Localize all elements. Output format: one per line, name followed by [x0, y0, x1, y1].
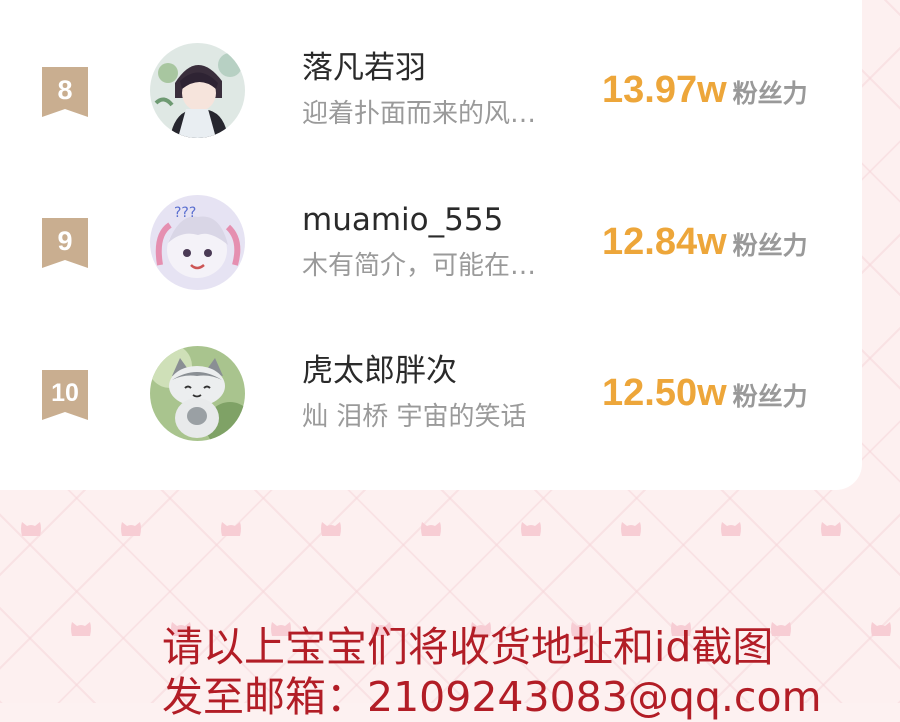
fans-value: 12.50w [602, 372, 727, 414]
leaderboard-row[interactable]: 9 ??? muamio_555 木有简介，可能在… 12.84w 粉丝力 [0, 172, 862, 312]
notice-line-2: 发至邮箱：2109243083@qq.com [162, 673, 822, 721]
cat-head-icon [320, 520, 342, 536]
fans-value: 13.97w [602, 69, 727, 111]
cat-head-icon [720, 520, 742, 536]
user-name: 虎太郎胖次 [302, 353, 457, 389]
prize-notice: 请以上宝宝们将收货地址和id截图 发至邮箱：2109243083@qq.com [162, 622, 882, 722]
avatar[interactable]: ??? [150, 195, 245, 290]
user-bio: 迎着扑面而来的风… [302, 99, 537, 129]
anime-boy-avatar-icon [150, 43, 245, 138]
rank-number: 10 [51, 379, 79, 407]
user-name: muamio_555 [302, 202, 504, 238]
chibi-character-avatar-icon: ??? [150, 195, 245, 290]
rank-badge: 10 [42, 370, 88, 420]
fans-power: 12.50w 粉丝力 [602, 371, 808, 422]
cat-head-icon [220, 520, 242, 536]
gray-cat-plush-avatar-icon [150, 346, 245, 441]
rank-badge: 9 [42, 218, 88, 268]
cat-head-icon [70, 620, 92, 636]
fans-value: 12.84w [602, 221, 727, 263]
fans-label: 粉丝力 [732, 79, 808, 108]
fans-label: 粉丝力 [732, 382, 808, 411]
cat-head-icon [820, 520, 842, 536]
user-bio: 木有简介，可能在… [302, 251, 537, 281]
cat-head-icon [420, 520, 442, 536]
notice-line-1: 请以上宝宝们将收货地址和id截图 [162, 623, 774, 671]
fans-power: 12.84w 粉丝力 [602, 220, 808, 271]
fans-label: 粉丝力 [732, 231, 808, 260]
leaderboard-row[interactable]: 10 虎太郎胖次 灿 泪桥 宇宙的笑话 12.50w 粉丝力 [0, 323, 862, 463]
cat-head-icon [520, 520, 542, 536]
fans-power: 13.97w 粉丝力 [602, 68, 808, 119]
avatar[interactable] [150, 43, 245, 138]
user-name: 落凡若羽 [302, 50, 426, 86]
rank-number: 8 [57, 75, 73, 105]
cat-head-icon [120, 520, 142, 536]
svg-text:???: ??? [174, 205, 196, 221]
rank-badge: 8 [42, 67, 88, 117]
cat-head-icon [620, 520, 642, 536]
avatar[interactable] [150, 346, 245, 441]
rank-number: 9 [57, 226, 73, 256]
leaderboard-row[interactable]: 8 落凡若羽 迎着扑面而来的风… 13.97w 粉丝力 [0, 20, 862, 160]
cat-head-icon [20, 520, 42, 536]
leaderboard-card: 8 落凡若羽 迎着扑面而来的风… 13.97w 粉丝力 9 ??? muamio… [0, 0, 862, 490]
user-bio: 灿 泪桥 宇宙的笑话 [302, 402, 527, 432]
